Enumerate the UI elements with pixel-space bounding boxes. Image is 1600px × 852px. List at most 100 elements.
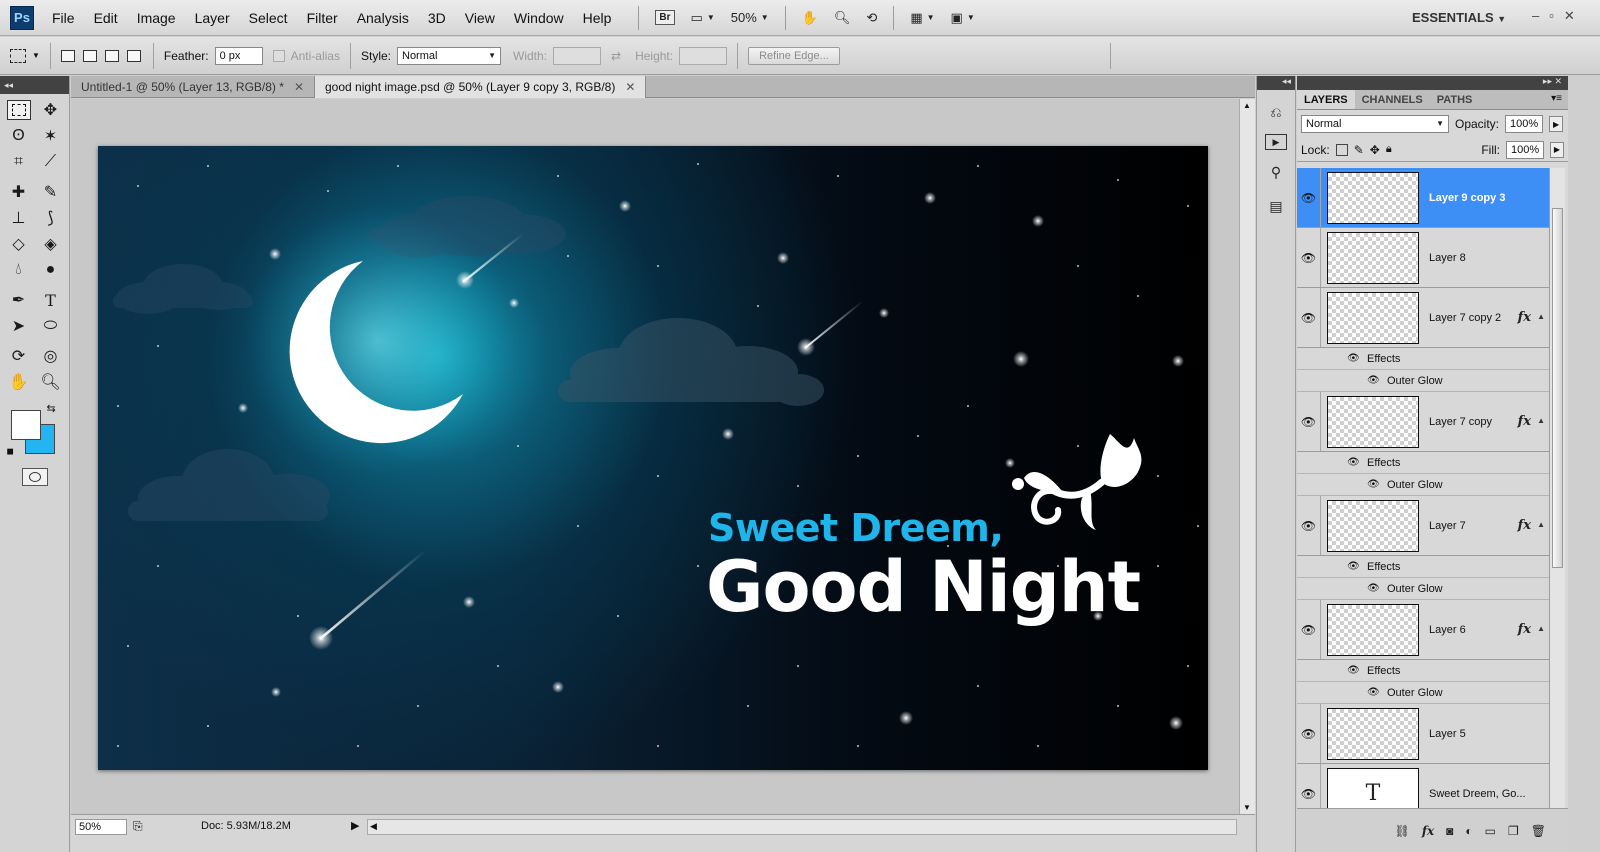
paint-bucket-tool-icon[interactable]: ◈ bbox=[39, 234, 63, 254]
outer-glow-row[interactable]: 👁︎ Outer Glow bbox=[1297, 474, 1549, 496]
visibility-eye-icon[interactable]: 👁︎ bbox=[1297, 168, 1321, 227]
default-colors-icon[interactable]: ◼ bbox=[7, 446, 14, 457]
collapse-effects-icon[interactable]: ▲ bbox=[1537, 312, 1545, 321]
visibility-eye-icon[interactable]: 👁︎ bbox=[1297, 764, 1321, 808]
workspace-switcher[interactable]: ESSENTIALS ▼ bbox=[1412, 10, 1506, 25]
feather-input[interactable]: 0 px bbox=[214, 46, 263, 65]
hand-tool-button[interactable]: ✋ bbox=[802, 10, 818, 26]
history-brush-tool-icon[interactable]: ⟆ bbox=[39, 208, 63, 228]
layer-style-icon[interactable]: fx bbox=[1422, 824, 1434, 838]
layer-effects-icon[interactable]: fx bbox=[1518, 310, 1531, 325]
view-extras-button[interactable]: ▭ ▼ bbox=[691, 10, 715, 26]
zoom-level-dropdown[interactable]: 50% ▼ bbox=[731, 10, 769, 25]
opacity-slider-arrow-icon[interactable]: ▶ bbox=[1549, 116, 1564, 132]
layer-row[interactable]: 👁︎ Layer 5 bbox=[1297, 704, 1549, 764]
layer-effects-icon[interactable]: fx bbox=[1518, 622, 1531, 637]
scroll-down-icon[interactable]: ▼ bbox=[1243, 803, 1251, 812]
close-button[interactable]: ✕ bbox=[1564, 8, 1575, 24]
antialias-checkbox[interactable] bbox=[272, 49, 285, 62]
layer-row[interactable]: 👁︎ Layer 7 copy fx ▲ bbox=[1297, 392, 1549, 452]
swap-dimensions-icon[interactable]: ⇄ bbox=[611, 49, 621, 63]
intersect-selection-icon[interactable] bbox=[126, 49, 141, 62]
visibility-eye-icon[interactable]: 👁︎ bbox=[1297, 288, 1321, 347]
menu-view[interactable]: View bbox=[465, 10, 495, 26]
visibility-eye-icon[interactable]: 👁︎ bbox=[1367, 687, 1381, 698]
clone-source-panel-icon[interactable]: ⚲ bbox=[1263, 160, 1289, 184]
visibility-eye-icon[interactable]: 👁︎ bbox=[1297, 496, 1321, 555]
fill-input[interactable]: 100% bbox=[1506, 140, 1544, 159]
hand-tool-icon[interactable]: ✋ bbox=[7, 372, 31, 392]
visibility-eye-icon[interactable]: 👁︎ bbox=[1367, 479, 1381, 490]
layer-row[interactable]: 👁︎ Layer 7 copy 2 fx ▲ bbox=[1297, 288, 1549, 348]
tab-layers[interactable]: LAYERS bbox=[1297, 90, 1355, 109]
dodge-tool-icon[interactable]: ● bbox=[39, 260, 63, 280]
swap-colors-icon[interactable]: ⇆ bbox=[47, 402, 56, 415]
share-icon[interactable]: ⎘ bbox=[133, 819, 143, 834]
type-tool-icon[interactable]: T bbox=[39, 290, 63, 310]
dock-collapse-handle[interactable]: ◂◂ bbox=[1257, 76, 1295, 90]
close-icon[interactable]: ✕ bbox=[625, 80, 635, 94]
actions-panel-icon[interactable]: ▶ bbox=[1265, 134, 1287, 150]
lasso-tool-icon[interactable]: ʘ bbox=[7, 126, 31, 146]
width-input[interactable] bbox=[553, 46, 602, 65]
bridge-button[interactable]: Br bbox=[655, 10, 675, 25]
ellipse-tool-icon[interactable]: ⬭ bbox=[39, 316, 63, 336]
visibility-eye-icon[interactable]: 👁︎ bbox=[1347, 353, 1361, 364]
lock-transparency-icon[interactable] bbox=[1335, 143, 1348, 156]
tab-channels[interactable]: CHANNELS bbox=[1355, 90, 1430, 109]
quick-mask-button[interactable] bbox=[21, 468, 48, 486]
screen-mode-button[interactable]: ▣ ▼ bbox=[951, 10, 975, 26]
document-canvas[interactable]: Sweet Dreem, Good Night bbox=[98, 146, 1208, 770]
path-selection-tool-icon[interactable]: ➤ bbox=[7, 316, 31, 336]
visibility-eye-icon[interactable]: 👁︎ bbox=[1347, 665, 1361, 676]
layer-row[interactable]: 👁︎ Layer 8 bbox=[1297, 228, 1549, 288]
tool-presets-panel-icon[interactable]: ▤ bbox=[1263, 194, 1289, 218]
crop-tool-icon[interactable]: ⌗ bbox=[7, 152, 31, 172]
outer-glow-row[interactable]: 👁︎ Outer Glow bbox=[1297, 682, 1549, 704]
delete-layer-icon[interactable]: 🗑︎ bbox=[1531, 824, 1546, 838]
effects-row[interactable]: 👁︎ Effects bbox=[1297, 556, 1549, 578]
blend-mode-select[interactable]: Normal bbox=[1301, 115, 1449, 133]
rectangular-marquee-tool-icon[interactable] bbox=[6, 100, 31, 120]
menu-filter[interactable]: Filter bbox=[307, 10, 338, 26]
arrange-documents-button[interactable]: ▦ ▼ bbox=[910, 10, 934, 26]
status-menu-arrow-icon[interactable]: ▶ bbox=[351, 819, 359, 832]
layer-row[interactable]: 👁︎ Layer 7 fx ▲ bbox=[1297, 496, 1549, 556]
menu-image[interactable]: Image bbox=[137, 10, 176, 26]
outer-glow-row[interactable]: 👁︎ Outer Glow bbox=[1297, 370, 1549, 392]
new-group-icon[interactable]: ▭ bbox=[1485, 824, 1496, 838]
menu-analysis[interactable]: Analysis bbox=[357, 10, 409, 26]
add-to-selection-icon[interactable] bbox=[82, 49, 97, 62]
outer-glow-row[interactable]: 👁︎ Outer Glow bbox=[1297, 578, 1549, 600]
link-layers-icon[interactable]: ⛓ bbox=[1395, 824, 1410, 838]
toolbox-collapse-handle[interactable]: ◂◂ bbox=[0, 76, 69, 94]
restore-button[interactable]: ▫ bbox=[1549, 8, 1554, 24]
tool-preset-picker[interactable]: ▼ bbox=[10, 48, 40, 63]
panel-collapse-handle[interactable]: ▸▸ ✕ bbox=[1297, 76, 1568, 90]
collapse-effects-icon[interactable]: ▲ bbox=[1537, 624, 1545, 633]
vertical-scrollbar[interactable]: ▲ ▼ bbox=[1239, 99, 1255, 814]
visibility-eye-icon[interactable]: 👁︎ bbox=[1367, 583, 1381, 594]
lock-position-icon[interactable]: ✥ bbox=[1370, 143, 1380, 157]
blur-tool-icon[interactable]: 💧︎ bbox=[7, 260, 31, 280]
history-panel-icon[interactable]: ⎌ bbox=[1263, 100, 1289, 124]
layer-row[interactable]: 👁︎ Layer 9 copy 3 bbox=[1297, 168, 1549, 228]
magic-wand-tool-icon[interactable]: ✶ bbox=[39, 126, 63, 146]
visibility-eye-icon[interactable]: 👁︎ bbox=[1297, 704, 1321, 763]
effects-row[interactable]: 👁︎ Effects bbox=[1297, 348, 1549, 370]
panel-menu-icon[interactable]: ▾≡ bbox=[1545, 90, 1568, 109]
scroll-up-icon[interactable]: ▲ bbox=[1243, 101, 1251, 110]
layers-scrollbar[interactable] bbox=[1549, 168, 1565, 808]
layer-effects-icon[interactable]: fx bbox=[1518, 518, 1531, 533]
3d-rotate-tool-icon[interactable]: ⟳ bbox=[7, 346, 31, 366]
layer-effects-icon[interactable]: fx bbox=[1518, 414, 1531, 429]
layer-row[interactable]: 👁︎ T Sweet Dreem, Go... bbox=[1297, 764, 1549, 808]
spot-healing-brush-icon[interactable]: ✚ bbox=[7, 182, 31, 202]
effects-row[interactable]: 👁︎ Effects bbox=[1297, 660, 1549, 682]
menu-3d[interactable]: 3D bbox=[428, 10, 446, 26]
rotate-view-button[interactable]: ⟲ bbox=[866, 10, 877, 26]
brush-tool-icon[interactable]: ✎ bbox=[39, 182, 63, 202]
fill-slider-arrow-icon[interactable]: ▶ bbox=[1550, 141, 1564, 158]
style-select[interactable]: Normal bbox=[397, 46, 501, 65]
menu-layer[interactable]: Layer bbox=[195, 10, 230, 26]
